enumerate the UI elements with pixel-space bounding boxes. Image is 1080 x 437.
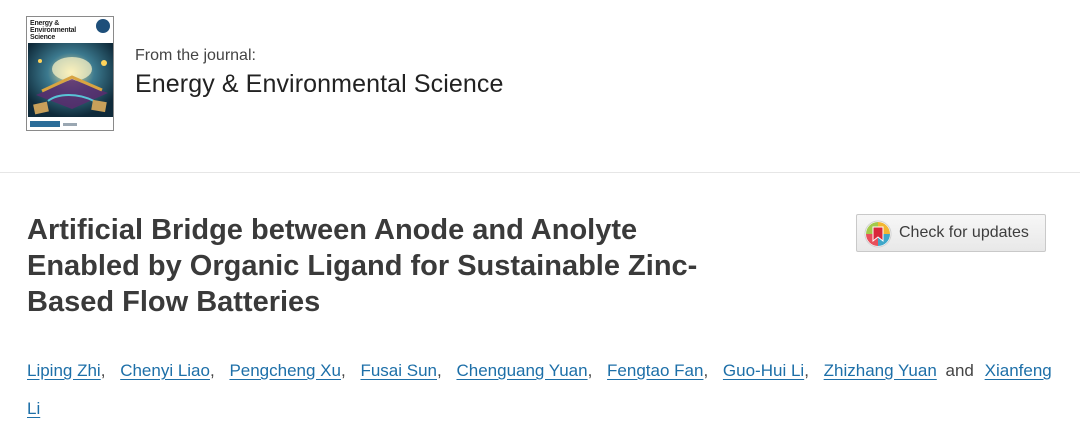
author-link[interactable]: Pengcheng Xu — [229, 361, 341, 380]
check-for-updates-button[interactable]: Check for updates — [856, 214, 1046, 252]
cover-badge-icon — [96, 19, 110, 33]
cover-footer-mark — [63, 123, 77, 126]
check-for-updates-label: Check for updates — [899, 224, 1029, 241]
cover-artwork — [28, 43, 113, 117]
author-separator: , — [437, 361, 442, 380]
author-name-part: Xianfeng — [984, 361, 1052, 380]
author-list: Liping Zhi, Chenyi Liao, Pengcheng Xu, F… — [27, 352, 1057, 428]
journal-cover-image[interactable]: Energy & Environmental Science — [26, 16, 114, 131]
article-title: Artificial Bridge between Anode and Anol… — [27, 212, 797, 320]
header-divider — [0, 172, 1080, 173]
author-link[interactable]: Liping Zhi — [27, 361, 101, 380]
author-conjunction: and — [945, 361, 974, 380]
crossmark-icon — [864, 220, 892, 248]
author-link[interactable]: Fusai Sun — [360, 361, 437, 380]
article-title-line: Enabled by Organic Ligand for Sustainabl… — [27, 250, 698, 282]
author-separator: , — [340, 361, 346, 380]
author-link[interactable]: Zhizhang Yuan — [824, 361, 937, 380]
author-separator: , — [804, 361, 809, 380]
author-link[interactable]: Chenyi Liao — [120, 361, 210, 380]
author-link[interactable]: Chenguang Yuan — [456, 361, 587, 380]
author-separator: , — [587, 361, 593, 380]
author-link[interactable]: Fengtao Fan — [607, 361, 703, 380]
journal-name[interactable]: Energy & Environmental Science — [135, 70, 503, 99]
article-page: Energy & Environmental Science From the … — [0, 0, 1080, 437]
author-separator: , — [209, 361, 215, 380]
article-title-line: Artificial Bridge between Anode and Anol… — [27, 214, 638, 246]
author-name-part: Li — [27, 399, 41, 418]
cover-publisher-logo — [30, 121, 60, 127]
cover-title: Energy & Environmental Science — [30, 20, 77, 41]
from-journal-label: From the journal: — [135, 47, 256, 64]
article-title-line: Based Flow Batteries — [27, 286, 321, 318]
author-link[interactable]: Guo-Hui Li — [723, 361, 804, 380]
journal-header: Energy & Environmental Science From the … — [0, 0, 1080, 172]
author-separator: , — [703, 361, 709, 380]
author-separator: , — [100, 361, 106, 380]
